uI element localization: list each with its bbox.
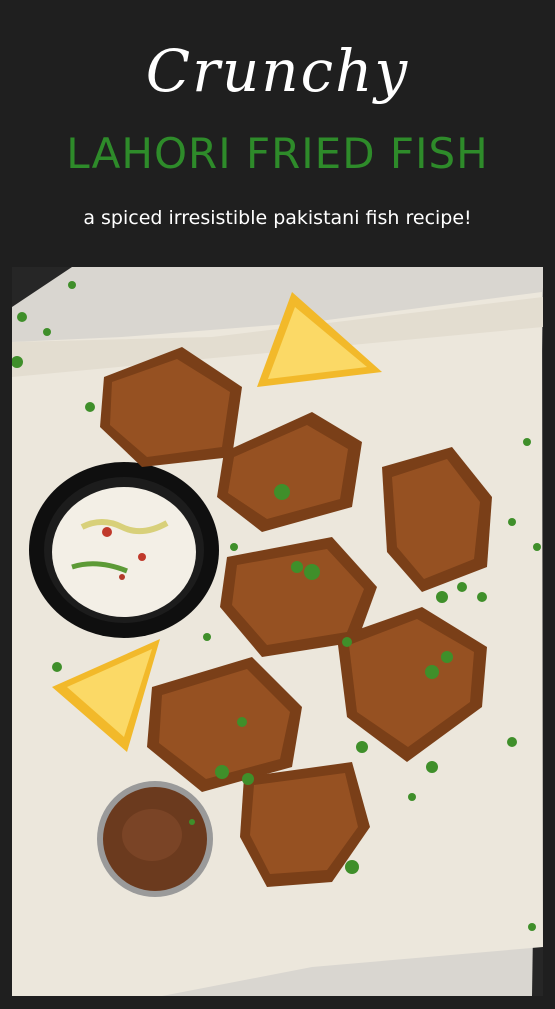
spice-cup [97,781,213,897]
fish-photo-illustration [12,267,543,996]
sauce-bowl [29,462,219,638]
script-title: Crunchy [145,37,410,105]
recipe-photo [12,267,543,996]
main-title: LAHORI FRIED FISH [66,129,489,178]
header: Crunchy LAHORI FRIED FISH a spiced irres… [0,0,555,265]
subtitle: a spiced irresistible pakistani fish rec… [83,207,472,229]
